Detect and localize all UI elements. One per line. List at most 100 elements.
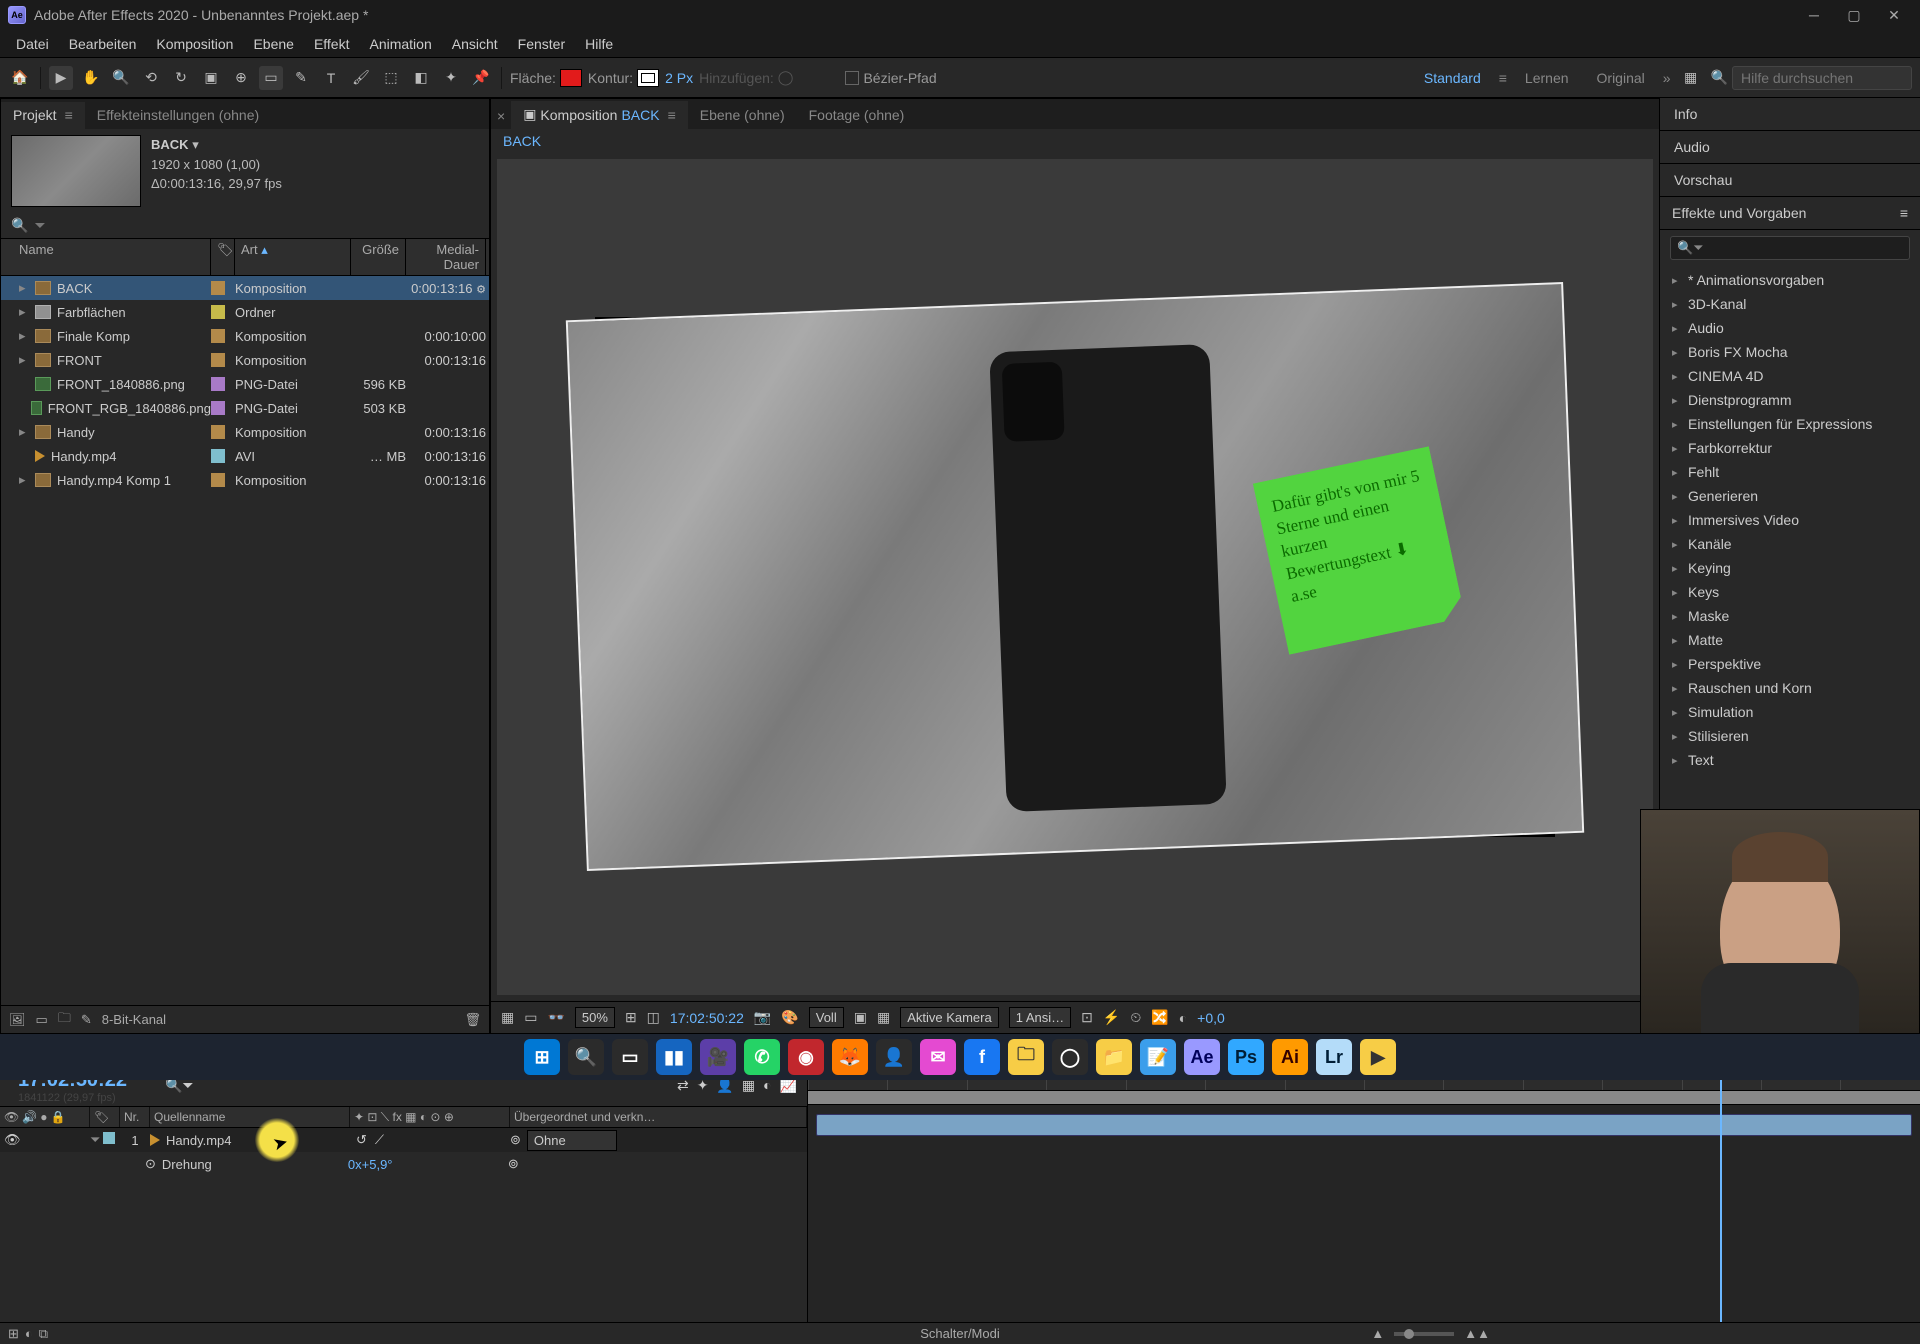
- layer-name[interactable]: Handy.mp4: [166, 1133, 232, 1148]
- fill-swatch[interactable]: [560, 69, 582, 87]
- solo-column-icon[interactable]: ●: [40, 1110, 47, 1124]
- pickwhip-icon[interactable]: ⊚: [510, 1132, 521, 1148]
- project-row[interactable]: ▸Finale KompKomposition0:00:10:00: [1, 324, 489, 348]
- puppet-tool[interactable]: 📌: [469, 66, 493, 90]
- menu-layer[interactable]: Ebene: [243, 32, 303, 56]
- project-row[interactable]: Handy.mp4AVI… MB0:00:13:16: [1, 444, 489, 468]
- taskbar-app[interactable]: 🎥: [700, 1039, 736, 1075]
- effect-category[interactable]: ▸Perspektive: [1660, 652, 1920, 676]
- eye-toggle[interactable]: 👁: [4, 1132, 21, 1148]
- taskbar-app[interactable]: ✉: [920, 1039, 956, 1075]
- new-folder-icon[interactable]: 🗀: [58, 1009, 71, 1031]
- effect-category[interactable]: ▸Generieren: [1660, 484, 1920, 508]
- alpha-icon[interactable]: ▦: [501, 1009, 514, 1026]
- reset-switch[interactable]: ↺: [356, 1132, 367, 1148]
- menu-animation[interactable]: Animation: [359, 32, 441, 56]
- help-search-input[interactable]: [1732, 66, 1912, 90]
- taskbar-app[interactable]: 🔍: [568, 1039, 604, 1075]
- close-tab-icon[interactable]: ×: [491, 103, 511, 129]
- flowchart-icon[interactable]: 🔀: [1151, 1009, 1168, 1026]
- channel-icon[interactable]: ▭: [524, 1009, 537, 1026]
- transparency-icon[interactable]: ▦: [877, 1009, 890, 1026]
- bezier-checkbox[interactable]: Bézier-Pfad: [845, 70, 936, 86]
- panel-menu-icon[interactable]: ≡: [1900, 205, 1908, 221]
- brush-tool[interactable]: 🖌: [349, 66, 373, 90]
- zoom-in-icon[interactable]: ▲▲: [1464, 1326, 1490, 1341]
- workspace-standard[interactable]: Standard: [1414, 66, 1491, 90]
- maximize-button[interactable]: ▢: [1836, 1, 1872, 29]
- effect-category[interactable]: ▸Matte: [1660, 628, 1920, 652]
- effect-category[interactable]: ▸CINEMA 4D: [1660, 364, 1920, 388]
- layer-bar[interactable]: [816, 1114, 1912, 1136]
- audio-column-icon[interactable]: 🔊: [22, 1110, 37, 1124]
- home-tool[interactable]: 🏠: [8, 66, 32, 90]
- hand-tool[interactable]: ✋: [79, 66, 103, 90]
- workspace-original[interactable]: Original: [1587, 66, 1655, 90]
- roi-icon[interactable]: ▣: [854, 1009, 867, 1026]
- views-dropdown[interactable]: 1 Ansi…: [1009, 1007, 1071, 1028]
- adjustment-icon[interactable]: ✎: [81, 1012, 92, 1028]
- workspace-overflow-icon[interactable]: »: [1663, 70, 1671, 86]
- camera-dropdown[interactable]: Aktive Kamera: [900, 1007, 999, 1028]
- taskbar-app[interactable]: ▮▮: [656, 1039, 692, 1075]
- taskbar-app[interactable]: 🗀: [1008, 1039, 1044, 1075]
- project-thumbnail[interactable]: [11, 135, 141, 207]
- eraser-tool[interactable]: ◧: [409, 66, 433, 90]
- col-type[interactable]: Art ▴: [235, 239, 351, 275]
- timeline-tracks[interactable]: :14f41:14f42:14f43:14f44:14f45:14f46:14f…: [808, 1065, 1920, 1322]
- taskbar-app[interactable]: 👤: [876, 1039, 912, 1075]
- guides-icon[interactable]: ◫: [647, 1009, 660, 1026]
- effect-category[interactable]: ▸Maske: [1660, 604, 1920, 628]
- stroke-width[interactable]: 2 Px: [665, 70, 693, 86]
- effect-category[interactable]: ▸Immersives Video: [1660, 508, 1920, 532]
- mask-icon[interactable]: 👓: [547, 1009, 564, 1026]
- trash-icon[interactable]: 🗑: [464, 1012, 481, 1028]
- menu-window[interactable]: Fenster: [508, 32, 575, 56]
- preview-panel-tab[interactable]: Vorschau: [1660, 164, 1920, 197]
- close-button[interactable]: ✕: [1876, 1, 1912, 29]
- taskbar-app[interactable]: ◯: [1052, 1039, 1088, 1075]
- fx-switch[interactable]: ⟋: [375, 1132, 384, 1148]
- zoom-out-icon[interactable]: ▲: [1371, 1326, 1384, 1341]
- effect-category[interactable]: ▸Stilisieren: [1660, 724, 1920, 748]
- clone-tool[interactable]: ⬚: [379, 66, 403, 90]
- effect-category[interactable]: ▸Simulation: [1660, 700, 1920, 724]
- zoom-slider[interactable]: [1394, 1332, 1454, 1336]
- camera-tool[interactable]: ▣: [199, 66, 223, 90]
- effects-search[interactable]: 🔍⏷: [1670, 236, 1910, 260]
- effect-category[interactable]: ▸Boris FX Mocha: [1660, 340, 1920, 364]
- parent-dropdown[interactable]: Ohne: [527, 1130, 617, 1151]
- comp-breadcrumb[interactable]: BACK: [491, 129, 1659, 153]
- anchor-tool[interactable]: ⊕: [229, 66, 253, 90]
- col-name[interactable]: Name: [1, 239, 211, 275]
- interpret-icon[interactable]: 🖼: [9, 1012, 26, 1028]
- effect-category[interactable]: ▸Einstellungen für Expressions: [1660, 412, 1920, 436]
- stroke-swatch[interactable]: [637, 69, 659, 87]
- playhead[interactable]: [1720, 1065, 1722, 1322]
- col-tag[interactable]: 🏷: [211, 239, 235, 275]
- menu-view[interactable]: Ansicht: [442, 32, 508, 56]
- col-source[interactable]: Quellenname: [150, 1107, 350, 1127]
- resolution-dropdown[interactable]: Voll: [809, 1007, 844, 1028]
- expression-pickwhip-icon[interactable]: ⊚: [508, 1156, 519, 1172]
- lock-column-icon[interactable]: 🔒: [50, 1110, 65, 1124]
- shape-tool[interactable]: ▭: [259, 66, 283, 90]
- exposure-reset-icon[interactable]: ◐: [1179, 1010, 1187, 1026]
- col-size[interactable]: Größe: [351, 239, 406, 275]
- snapshot-icon[interactable]: 📷: [754, 1009, 771, 1026]
- effect-category[interactable]: ▸Farbkorrektur: [1660, 436, 1920, 460]
- viewport[interactable]: Dafür gibt's von mir 5 Sterne und einen …: [497, 159, 1653, 995]
- fast-preview-icon[interactable]: ⚡: [1103, 1009, 1120, 1026]
- project-row[interactable]: FRONT_1840886.pngPNG-Datei596 KB: [1, 372, 489, 396]
- effect-controls-tab[interactable]: Effekteinstellungen (ohne): [85, 102, 271, 129]
- exposure-value[interactable]: +0,0: [1197, 1010, 1225, 1026]
- effect-category[interactable]: ▸* Animationsvorgaben: [1660, 268, 1920, 292]
- footage-tab[interactable]: Footage (ohne): [797, 102, 917, 129]
- toggle-parent-icon[interactable]: ⧉: [39, 1326, 48, 1342]
- taskbar-app[interactable]: 🦊: [832, 1039, 868, 1075]
- project-tab[interactable]: Projekt≡: [1, 102, 85, 129]
- pixel-icon[interactable]: ⊡: [1081, 1009, 1093, 1026]
- text-tool[interactable]: T: [319, 66, 343, 90]
- project-row[interactable]: ▸BACKKomposition0:00:13:16 ⚙: [1, 276, 489, 300]
- property-name[interactable]: Drehung: [162, 1157, 348, 1172]
